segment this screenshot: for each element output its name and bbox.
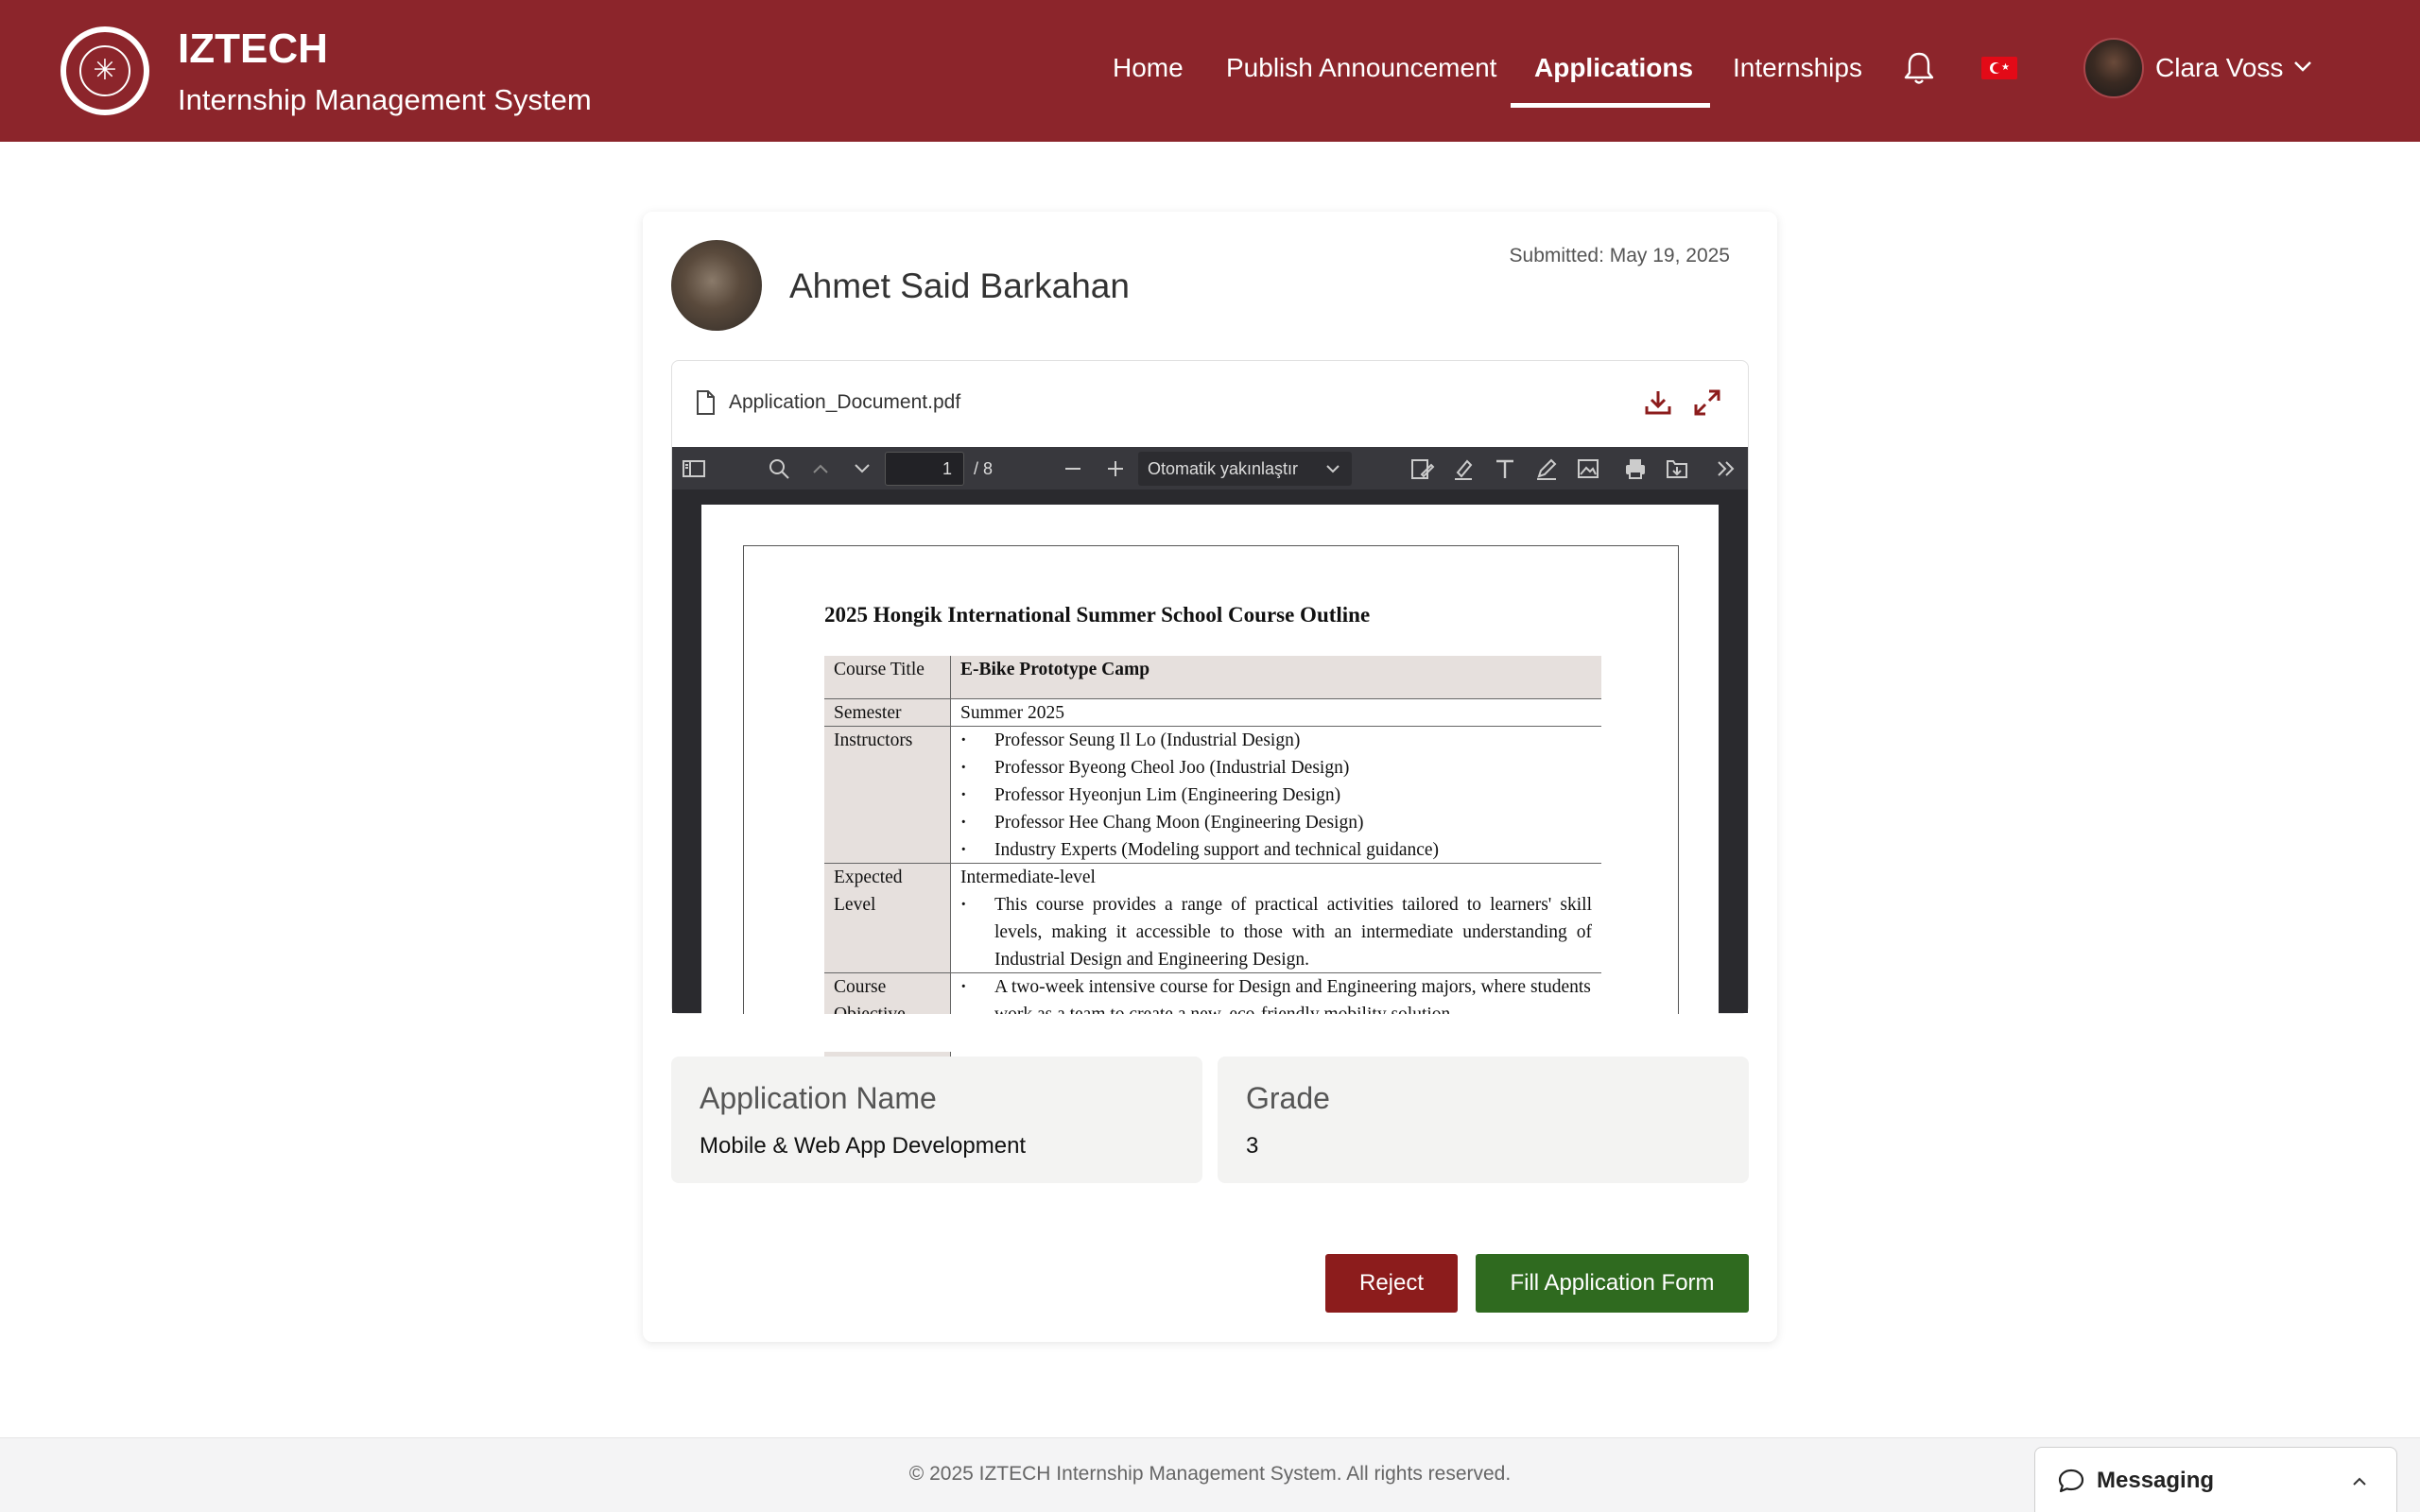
image-icon[interactable] <box>1575 455 1601 482</box>
zoom-select[interactable]: Otomatik yakınlaştır <box>1138 452 1352 486</box>
applicant-avatar <box>671 240 762 331</box>
chevron-up-icon[interactable] <box>2348 1470 2371 1493</box>
application-name-label: Application Name <box>700 1081 937 1115</box>
semester-label: Semester <box>824 699 951 726</box>
save-icon[interactable] <box>1664 455 1690 482</box>
page-total: / 8 <box>974 459 994 478</box>
list-item: Professor Byeong Cheol Joo (Industrial D… <box>960 754 1601 782</box>
nav-applications[interactable]: Applications <box>1534 49 1693 87</box>
expected-level-value: Intermediate-level This course provides … <box>951 864 1601 972</box>
messaging-widget[interactable] <box>2034 1447 2397 1512</box>
fill-application-form-button[interactable]: Fill Application Form <box>1476 1254 1749 1313</box>
more-tools-icon[interactable] <box>1713 455 1739 482</box>
zoom-in-icon[interactable] <box>1102 455 1129 482</box>
table-row: Expected Level Intermediate-level This c… <box>824 864 1601 973</box>
pdf-document-title: 2025 Hongik International Summer School … <box>824 603 1371 627</box>
user-avatar[interactable] <box>2083 38 2144 98</box>
table-row: Semester Summer 2025 <box>824 699 1601 727</box>
chat-bubble-icon <box>2058 1469 2084 1493</box>
logo-star-icon: ✳ <box>93 55 117 86</box>
table-row: Course Title E-Bike Prototype Camp <box>824 656 1601 699</box>
document-file-name: Application_Document.pdf <box>729 391 961 413</box>
list-item: Industry Experts (Modeling support and t… <box>960 836 1601 864</box>
signature-icon[interactable] <box>1409 455 1435 482</box>
list-item: Professor Seung Il Lo (Industrial Design… <box>960 727 1601 754</box>
page-number-input[interactable]: 1 <box>885 452 964 486</box>
sidebar-toggle-icon[interactable] <box>681 455 707 482</box>
list-item: This course provides a range of practica… <box>960 891 1601 973</box>
expected-level-label-line1: Expected <box>834 868 903 887</box>
grade-value: 3 <box>1246 1133 1259 1159</box>
highlight-icon[interactable] <box>1450 455 1477 482</box>
reject-button[interactable]: Reject <box>1325 1254 1458 1313</box>
expand-icon[interactable] <box>1692 387 1722 418</box>
course-title-label: Course Title <box>824 656 951 698</box>
nav-active-indicator <box>1511 103 1710 108</box>
print-icon[interactable] <box>1622 455 1649 482</box>
chevron-down-icon <box>1326 465 1340 473</box>
chevron-down-icon[interactable] <box>2291 55 2314 77</box>
list-item: Professor Hee Chang Moon (Engineering De… <box>960 809 1601 836</box>
application-name-box: Application Name Mobile & Web App Develo… <box>671 1057 1202 1183</box>
instructors-list: Professor Seung Il Lo (Industrial Design… <box>951 727 1601 864</box>
download-icon[interactable] <box>1643 387 1673 418</box>
brand-title: IZTECH <box>178 26 328 72</box>
brand-subtitle: Internship Management System <box>178 83 592 116</box>
messaging-label[interactable]: Messaging <box>2097 1466 2214 1496</box>
iztech-logo[interactable]: ✳ <box>60 26 149 115</box>
expected-level-label-line2: Level <box>834 895 876 915</box>
nav-internships[interactable]: Internships <box>1733 49 1862 87</box>
file-icon <box>697 390 715 415</box>
logo-seal: ✳ <box>66 32 144 110</box>
grade-label: Grade <box>1246 1081 1330 1115</box>
top-header <box>0 0 2420 142</box>
bell-icon[interactable] <box>1902 49 1936 87</box>
grade-box: Grade 3 <box>1218 1057 1749 1183</box>
course-title-value: E-Bike Prototype Camp <box>951 656 1601 698</box>
nav-publish-announcement[interactable]: Publish Announcement <box>1226 49 1496 87</box>
instructors-label: Instructors <box>824 727 951 863</box>
semester-value: Summer 2025 <box>960 703 1064 723</box>
course-objective-label-line1: Course <box>834 977 887 997</box>
text-icon[interactable] <box>1492 455 1518 482</box>
table-row: Instructors Professor Seung Il Lo (Indus… <box>824 727 1601 864</box>
zoom-out-icon[interactable] <box>1060 455 1086 482</box>
flag-star: ★ <box>2001 62 2010 73</box>
draw-icon[interactable] <box>1533 455 1560 482</box>
level-value: Intermediate-level <box>960 868 1096 887</box>
nav-home[interactable]: Home <box>1113 49 1184 87</box>
chevron-up-icon[interactable] <box>807 455 834 482</box>
expected-level-label: Expected Level <box>824 864 951 972</box>
clip-mask <box>643 1014 1777 1052</box>
user-name[interactable]: Clara Voss <box>2155 49 2283 87</box>
turkey-flag-icon[interactable]: ★ <box>1981 57 2017 79</box>
application-name-value: Mobile & Web App Development <box>700 1133 1027 1159</box>
submitted-date: Submitted: May 19, 2025 <box>1509 245 1730 266</box>
list-item: Professor Hyeonjun Lim (Engineering Desi… <box>960 782 1601 809</box>
applicant-name: Ahmet Said Barkahan <box>789 266 1130 305</box>
chevron-down-icon[interactable] <box>849 455 875 482</box>
search-icon[interactable] <box>766 455 792 482</box>
